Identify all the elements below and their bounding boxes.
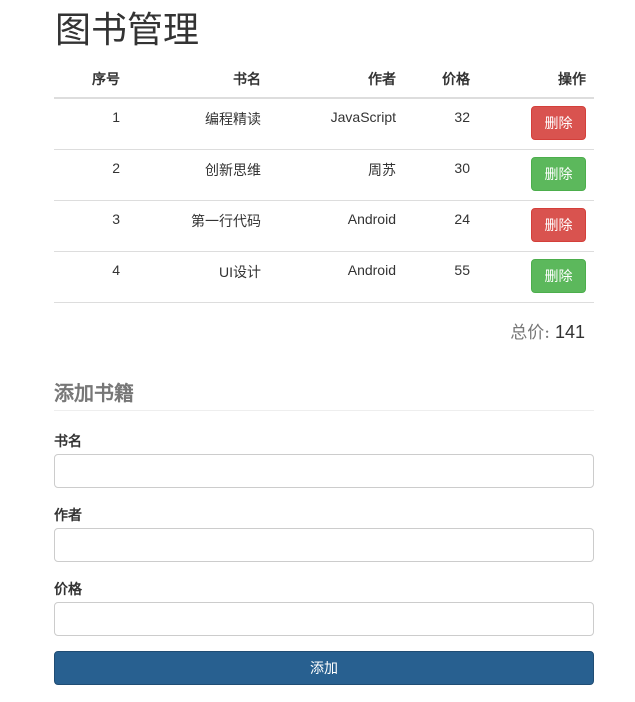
cell-author: JavaScript: [269, 98, 404, 150]
books-table: 序号 书名 作者 价格 操作 1 编程精读 JavaScript 32 删除 2…: [54, 60, 594, 303]
cell-action: 删除: [478, 200, 594, 252]
page-title: 图书管理: [55, 10, 200, 51]
cell-price: 30: [404, 149, 478, 201]
cell-index: 1: [54, 98, 128, 150]
cell-action: 删除: [478, 98, 594, 150]
header-price: 价格: [404, 60, 478, 99]
cell-price: 32: [404, 98, 478, 150]
delete-button[interactable]: 删除: [531, 156, 586, 191]
author-label: 作者: [54, 507, 82, 523]
table-row: 2 创新思维 周苏 30 删除: [54, 149, 594, 201]
cell-author: 周苏: [269, 149, 404, 201]
delete-button[interactable]: 删除: [531, 207, 586, 242]
price-input[interactable]: [54, 602, 594, 636]
cell-price: 55: [404, 251, 478, 303]
cell-action: 删除: [478, 251, 594, 303]
cell-index: 2: [54, 149, 128, 201]
cell-author: Android: [269, 251, 404, 303]
total-price: 总价: 141: [510, 318, 585, 343]
table-header-row: 序号 书名 作者 价格 操作: [54, 60, 594, 99]
book-name-input[interactable]: [54, 454, 594, 488]
total-price-label: 总价:: [510, 323, 550, 343]
header-action: 操作: [478, 60, 594, 99]
header-author: 作者: [269, 60, 404, 99]
table-row: 4 UI设计 Android 55 删除: [54, 251, 594, 303]
cell-author: Android: [269, 200, 404, 252]
cell-index: 4: [54, 251, 128, 303]
header-index: 序号: [54, 60, 128, 99]
cell-name: 第一行代码: [128, 200, 269, 252]
delete-button[interactable]: 删除: [531, 106, 586, 140]
cell-name: 创新思维: [128, 149, 269, 201]
book-name-label: 书名: [54, 433, 82, 449]
cell-action: 删除: [478, 149, 594, 201]
cell-index: 3: [54, 200, 128, 252]
cell-name: 编程精读: [128, 98, 269, 150]
cell-price: 24: [404, 200, 478, 252]
cell-name: UI设计: [128, 251, 269, 303]
author-input[interactable]: [54, 528, 594, 562]
add-book-title: 添加书籍: [54, 380, 594, 411]
header-name: 书名: [128, 60, 269, 99]
price-label: 价格: [54, 581, 82, 597]
add-button[interactable]: 添加: [54, 651, 594, 685]
table-row: 3 第一行代码 Android 24 删除: [54, 200, 594, 252]
table-row: 1 编程精读 JavaScript 32 删除: [54, 98, 594, 150]
total-price-value: 141: [554, 322, 585, 342]
delete-button[interactable]: 删除: [531, 258, 586, 293]
